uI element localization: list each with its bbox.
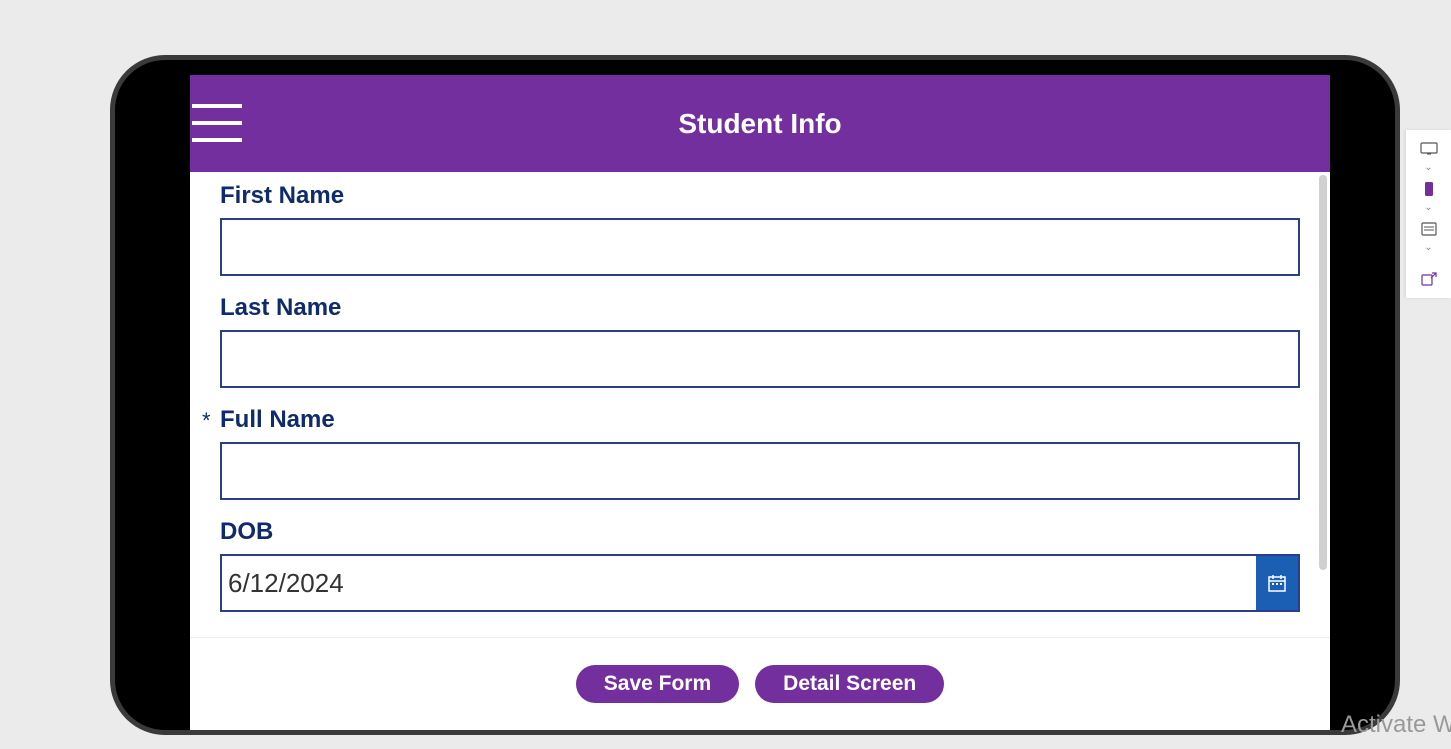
- scrollbar[interactable]: [1319, 175, 1327, 570]
- full-name-label: Full Name: [220, 406, 1300, 434]
- first-name-label: First Name: [220, 182, 1300, 210]
- first-name-group: First Name: [220, 182, 1300, 276]
- preview-toolbar: ⌄ ⌄ ⌄: [1406, 130, 1451, 298]
- desktop-preview-icon[interactable]: [1415, 138, 1443, 160]
- first-name-input[interactable]: [220, 218, 1300, 276]
- last-name-label: Last Name: [220, 294, 1300, 322]
- form-container: First Name Last Name * Full Name DOB: [190, 172, 1330, 622]
- dob-input-wrapper: [220, 554, 1300, 612]
- chevron-down-icon[interactable]: ⌄: [1424, 162, 1432, 176]
- form-preview-icon[interactable]: [1415, 218, 1443, 240]
- save-form-button[interactable]: Save Form: [576, 665, 739, 703]
- chevron-down-icon[interactable]: ⌄: [1424, 202, 1432, 216]
- chevron-down-icon[interactable]: ⌄: [1424, 242, 1432, 256]
- windows-watermark: Activate Wi: [1341, 711, 1451, 739]
- home-indicator[interactable]: [695, 714, 815, 720]
- last-name-input[interactable]: [220, 330, 1300, 388]
- tablet-device-frame: Student Info First Name Last Name * Full…: [110, 55, 1400, 735]
- dob-input[interactable]: [222, 556, 1256, 610]
- calendar-picker-button[interactable]: [1256, 556, 1298, 610]
- full-name-group: * Full Name: [220, 406, 1300, 500]
- phone-preview-icon[interactable]: [1415, 178, 1443, 200]
- calendar-icon: [1267, 573, 1287, 593]
- page-title: Student Info: [190, 108, 1330, 140]
- dob-group: DOB: [220, 518, 1300, 612]
- detail-screen-button[interactable]: Detail Screen: [755, 665, 944, 703]
- required-asterisk: *: [202, 408, 211, 434]
- hamburger-menu-icon[interactable]: [190, 104, 242, 142]
- dob-label: DOB: [220, 518, 1300, 546]
- full-name-input[interactable]: [220, 442, 1300, 500]
- last-name-group: Last Name: [220, 294, 1300, 388]
- popout-icon[interactable]: [1415, 268, 1443, 290]
- app-screen: Student Info First Name Last Name * Full…: [190, 75, 1330, 715]
- app-header: Student Info: [190, 75, 1330, 172]
